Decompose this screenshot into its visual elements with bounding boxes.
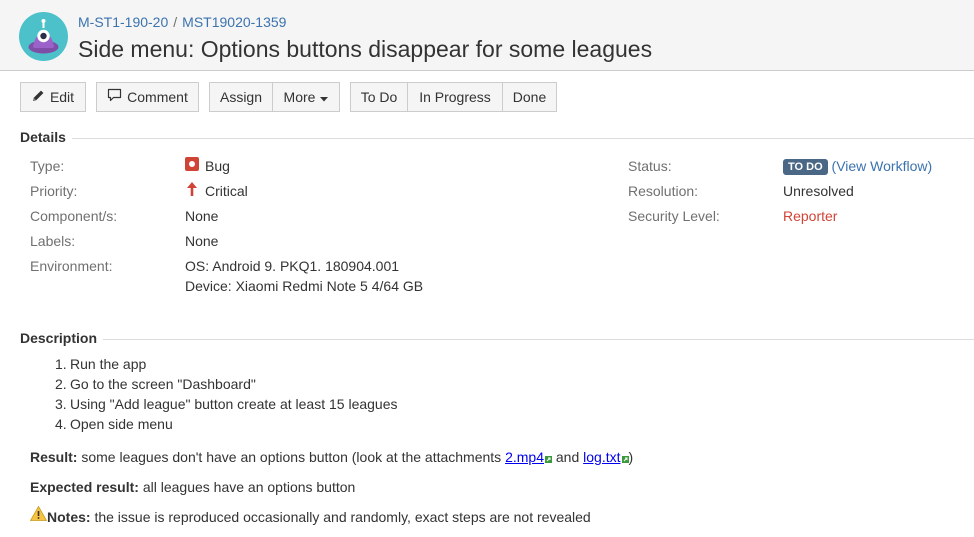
steps-list: 1. Run the app 2. Go to the screen "Dashbo… bbox=[30, 354, 398, 434]
security-level-label: Security Level: bbox=[628, 208, 720, 224]
step-item: 2. Go to the screen "Dashboard" bbox=[30, 374, 398, 394]
step-item: 4. Open side menu bbox=[30, 414, 398, 434]
status-label: Status: bbox=[628, 158, 672, 174]
step-item: 3. Using "Add league" button create at le… bbox=[30, 394, 398, 414]
resolution-value: Unresolved bbox=[783, 183, 854, 199]
step-text: Using "Add league" button create at leas… bbox=[70, 396, 398, 412]
view-workflow-close-paren: ) bbox=[927, 158, 933, 174]
breadcrumb-project-link[interactable]: M-ST1-190-20 bbox=[78, 14, 168, 30]
labels-label: Labels: bbox=[30, 233, 76, 249]
priority-label: Priority: bbox=[30, 183, 78, 199]
notes-label: Notes: bbox=[47, 509, 91, 525]
more-button-label: More bbox=[283, 89, 316, 105]
attachment-link-icon bbox=[545, 448, 552, 468]
type-label: Type: bbox=[30, 158, 65, 174]
to-do-button[interactable]: To Do bbox=[350, 82, 408, 112]
type-value-text: Bug bbox=[205, 158, 230, 174]
pencil-icon bbox=[32, 83, 45, 111]
step-number: 4. bbox=[55, 416, 67, 432]
step-number: 3. bbox=[55, 396, 67, 412]
in-progress-button[interactable]: In Progress bbox=[407, 82, 503, 112]
status-lozenge: TO DO bbox=[783, 159, 828, 175]
issue-summary-title[interactable]: Side menu: Options buttons disappear for… bbox=[78, 35, 652, 63]
priority-value-text: Critical bbox=[205, 183, 248, 199]
notes-paragraph: Notes: the issue is reproduced occasiona… bbox=[29, 505, 591, 528]
breadcrumb: M-ST1-190-20 /MST19020-1359 bbox=[78, 14, 286, 30]
expected-result-text: all leagues have an options button bbox=[142, 479, 356, 495]
done-button[interactable]: Done bbox=[502, 82, 557, 112]
step-number: 2. bbox=[55, 376, 67, 392]
comment-button-label: Comment bbox=[127, 89, 188, 105]
attachment-link-log[interactable]: log.txt bbox=[583, 449, 620, 465]
step-number: 1. bbox=[55, 356, 67, 372]
attachment-link-mp4[interactable]: 2.mp4 bbox=[505, 449, 544, 465]
expected-result-paragraph: Expected result: all leagues have an opt… bbox=[30, 477, 355, 497]
description-divider bbox=[103, 339, 974, 340]
step-item: 1. Run the app bbox=[30, 354, 398, 374]
assign-button[interactable]: Assign bbox=[209, 82, 273, 112]
details-heading[interactable]: Details bbox=[20, 129, 66, 145]
labels-value: None bbox=[185, 233, 219, 249]
environment-device: Device: Xiaomi Redmi Note 5 4/64 GB bbox=[185, 278, 424, 294]
bug-icon bbox=[185, 156, 199, 176]
details-divider bbox=[72, 138, 974, 139]
step-text: Open side menu bbox=[70, 416, 173, 432]
issue-header: M-ST1-190-20 /MST19020-1359 Side menu: Op… bbox=[0, 0, 974, 71]
comment-bubble-icon bbox=[107, 83, 122, 111]
components-label: Component/s: bbox=[30, 208, 118, 224]
edit-button-label: Edit bbox=[49, 89, 75, 105]
status-value: TO DO (View Workflow) bbox=[783, 156, 932, 176]
resolution-label: Resolution: bbox=[628, 183, 699, 199]
edit-button[interactable]: Edit bbox=[20, 82, 86, 112]
result-and: and bbox=[555, 449, 580, 465]
breadcrumb-separator: / bbox=[173, 14, 178, 30]
view-workflow-link[interactable]: View Workflow bbox=[836, 158, 927, 174]
type-value: Bug bbox=[185, 156, 230, 177]
comment-button[interactable]: Comment bbox=[96, 82, 199, 112]
step-text: Run the app bbox=[70, 356, 147, 372]
breadcrumb-issue-link[interactable]: MST19020-1359 bbox=[182, 14, 286, 30]
expected-result-label: Expected result: bbox=[30, 479, 139, 495]
components-value: None bbox=[185, 208, 219, 224]
environment-label: Environment: bbox=[30, 258, 113, 274]
critical-arrow-up-icon bbox=[185, 181, 199, 202]
attachment-link-icon bbox=[621, 448, 629, 468]
result-label: Result: bbox=[30, 449, 78, 465]
environment-os: OS: Android 9. PKQ1. 180904.001 bbox=[185, 258, 400, 274]
result-text: some leagues don't have an options butto… bbox=[81, 449, 502, 465]
result-paragraph: Result: some leagues don't have an optio… bbox=[30, 447, 633, 467]
more-button[interactable]: More bbox=[272, 82, 340, 112]
warning-icon bbox=[29, 505, 48, 526]
security-level-value: Reporter bbox=[783, 208, 838, 224]
project-avatar-icon[interactable] bbox=[19, 12, 68, 61]
notes-text: the issue is reproduced occasionally and… bbox=[94, 509, 591, 525]
caret-down-icon bbox=[320, 83, 329, 111]
result-close-paren: ) bbox=[628, 449, 634, 465]
step-text: Go to the screen "Dashboard" bbox=[70, 376, 256, 392]
priority-value: Critical bbox=[185, 181, 248, 203]
description-heading[interactable]: Description bbox=[20, 330, 97, 346]
